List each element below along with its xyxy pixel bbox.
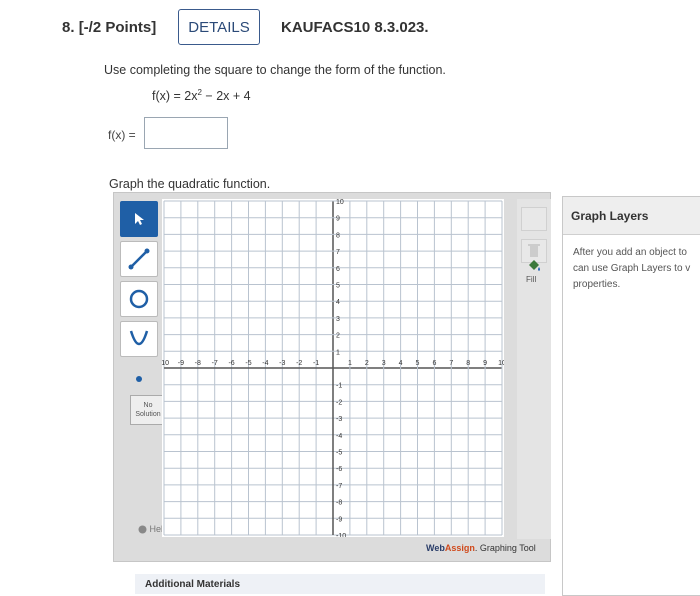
x-tick-label: -8 bbox=[195, 360, 201, 367]
point-icon bbox=[136, 376, 142, 382]
line-icon bbox=[128, 248, 150, 270]
graphing-tool: NoSolution Help -10-9-8-7-6-5-4-3-2-1123… bbox=[113, 192, 551, 562]
x-tick-label: -3 bbox=[279, 360, 285, 367]
parabola-tool-button[interactable] bbox=[120, 321, 158, 357]
x-tick-label: -5 bbox=[245, 360, 251, 367]
graph-layers-help: After you add an object to can use Graph… bbox=[573, 247, 691, 290]
point-tool-button[interactable] bbox=[120, 361, 158, 397]
question-prompt: Use completing the square to change the … bbox=[104, 63, 446, 77]
y-tick-label: 6 bbox=[336, 266, 340, 273]
y-tick-label: 1 bbox=[336, 349, 340, 356]
y-tick-label: -3 bbox=[336, 416, 342, 423]
fill-label: Fill bbox=[526, 275, 537, 284]
webassign-brand: WebAssign. Graphing Tool bbox=[426, 543, 536, 553]
y-tick-label: -6 bbox=[336, 466, 342, 473]
x-tick-label: 8 bbox=[466, 360, 470, 367]
details-button[interactable]: DETAILS bbox=[178, 9, 260, 45]
x-tick-label: -4 bbox=[262, 360, 268, 367]
y-tick-label: -8 bbox=[336, 500, 342, 507]
y-tick-label: 9 bbox=[336, 216, 340, 223]
x-tick-label: 2 bbox=[365, 360, 369, 367]
x-tick-label: 10 bbox=[498, 360, 504, 367]
x-tick-label: -2 bbox=[296, 360, 302, 367]
y-tick-label: -4 bbox=[336, 433, 342, 440]
help-icon bbox=[138, 525, 147, 534]
question-number: 8. [-/2 Points] bbox=[62, 19, 157, 36]
y-tick-label: 4 bbox=[336, 299, 340, 306]
line-tool-button[interactable] bbox=[120, 241, 158, 277]
parabola-icon bbox=[129, 330, 149, 346]
question-code: KAUFACS10 8.3.023. bbox=[281, 19, 429, 36]
answer-input[interactable] bbox=[144, 117, 228, 149]
y-tick-label: 5 bbox=[336, 283, 340, 290]
x-tick-label: -9 bbox=[178, 360, 184, 367]
circle-tool-button[interactable] bbox=[120, 281, 158, 317]
y-tick-label: 7 bbox=[336, 249, 340, 256]
y-tick-label: 8 bbox=[336, 232, 340, 239]
x-tick-label: -7 bbox=[212, 360, 218, 367]
additional-materials[interactable]: Additional Materials bbox=[135, 574, 545, 594]
answer-label: f(x) = bbox=[108, 128, 136, 142]
x-tick-label: 6 bbox=[432, 360, 436, 367]
y-tick-label: -2 bbox=[336, 399, 342, 406]
y-tick-label: -10 bbox=[336, 533, 346, 537]
question-header: 8. [-/2 Points] DETAILS KAUFACS10 8.3.02… bbox=[0, 0, 700, 56]
x-tick-label: 3 bbox=[382, 360, 386, 367]
no-solution-button[interactable]: No Solution bbox=[130, 395, 166, 425]
y-tick-label: 2 bbox=[336, 333, 340, 340]
x-tick-label: -6 bbox=[228, 360, 234, 367]
x-tick-label: -10 bbox=[162, 360, 169, 367]
graph-prompt: Graph the quadratic function. bbox=[109, 177, 271, 191]
fill-icon bbox=[529, 260, 540, 271]
x-tick-label: 4 bbox=[399, 360, 403, 367]
y-tick-label: -7 bbox=[336, 483, 342, 490]
y-tick-label: -1 bbox=[336, 383, 342, 390]
y-tick-label: -5 bbox=[336, 450, 342, 457]
x-tick-label: 9 bbox=[483, 360, 487, 367]
graph-layers-title: Graph Layers bbox=[563, 197, 700, 235]
x-tick-label: 1 bbox=[348, 360, 352, 367]
delete-tool-button[interactable] bbox=[521, 207, 547, 231]
pointer-tool-button[interactable] bbox=[120, 201, 158, 237]
coordinate-grid[interactable]: -10 -9 -8 -7 -6 -5 -4 -3 -2 -1 1 2 3 4 5 6 7 8 9 10 10 9 8 7 6 5 4… bbox=[162, 199, 504, 537]
graph-layers-panel: Graph Layers After you add an object to … bbox=[562, 196, 700, 596]
x-tick-label: 7 bbox=[449, 360, 453, 367]
y-tick-label: 3 bbox=[336, 316, 340, 323]
circle-icon bbox=[129, 289, 149, 309]
pointer-icon bbox=[135, 213, 144, 225]
y-tick-label: 10 bbox=[336, 199, 344, 206]
y-tick-label: -9 bbox=[336, 516, 342, 523]
function-expression: f(x) = 2x2 − 2x + 4 bbox=[152, 88, 251, 104]
x-tick-label: -1 bbox=[313, 360, 319, 367]
right-toolbar bbox=[517, 199, 551, 539]
x-tick-label: 5 bbox=[416, 360, 420, 367]
